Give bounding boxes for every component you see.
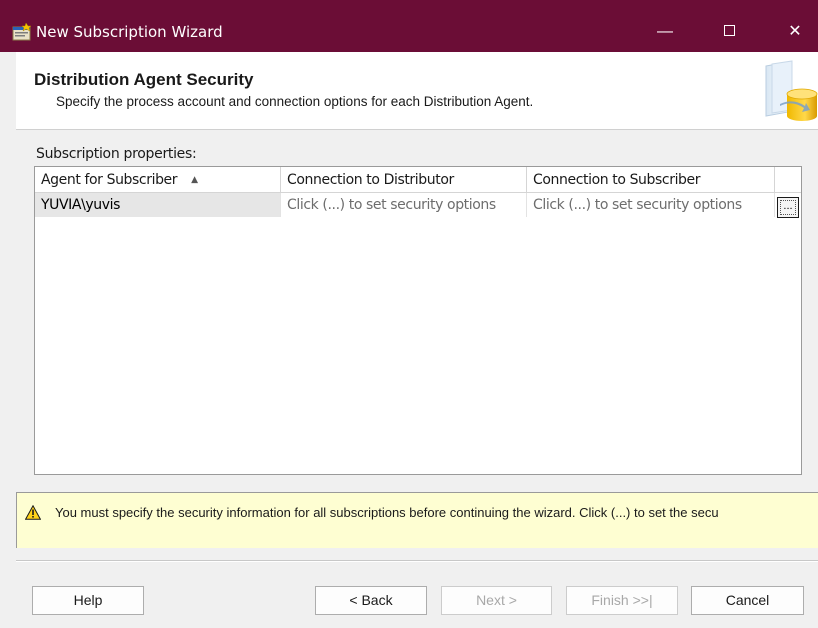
table-row[interactable]: YUVIA\yuvis Click (...) to set security … bbox=[35, 193, 801, 218]
close-button[interactable]: ✕ bbox=[780, 20, 810, 44]
maximize-icon bbox=[723, 24, 735, 36]
column-header-subscriber[interactable]: Connection to Subscriber bbox=[527, 167, 775, 193]
page-title: Distribution Agent Security bbox=[34, 70, 254, 89]
subscriber-connection-cell[interactable]: Click (...) to set security options bbox=[527, 193, 775, 217]
subscription-grid: Agent for Subscriber ▲ Connection to Dist… bbox=[34, 166, 802, 475]
page-subtitle: Specify the process account and connecti… bbox=[56, 94, 534, 109]
minimize-button[interactable]: — bbox=[650, 20, 680, 44]
window-title: New Subscription Wizard bbox=[36, 23, 223, 41]
column-header-distributor[interactable]: Connection to Distributor bbox=[281, 167, 527, 193]
back-button[interactable]: < Back bbox=[315, 586, 427, 615]
database-security-icon bbox=[758, 60, 818, 126]
help-button[interactable]: Help bbox=[32, 586, 144, 615]
warning-message: You must specify the security informatio… bbox=[55, 505, 719, 520]
column-header-agent-label: Agent for Subscriber bbox=[41, 172, 178, 188]
wizard-app-icon bbox=[12, 22, 32, 41]
title-bar: New Subscription Wizard — ✕ bbox=[0, 0, 818, 52]
warning-triangle-icon bbox=[24, 504, 42, 520]
sort-ascending-icon: ▲ bbox=[191, 175, 198, 185]
wizard-header: Distribution Agent Security Specify the … bbox=[16, 52, 818, 130]
distributor-connection-cell[interactable]: Click (...) to set security options bbox=[281, 193, 527, 217]
column-header-agent[interactable]: Agent for Subscriber ▲ bbox=[35, 167, 281, 193]
agent-cell[interactable]: YUVIA\yuvis bbox=[35, 193, 281, 217]
cancel-button[interactable]: Cancel bbox=[691, 586, 804, 615]
maximize-button[interactable] bbox=[714, 20, 744, 44]
focus-rect bbox=[780, 200, 796, 215]
security-options-button[interactable]: ... bbox=[777, 197, 799, 218]
subscription-properties-label: Subscription properties: bbox=[36, 146, 197, 162]
next-button[interactable]: Next > bbox=[441, 586, 552, 615]
warning-panel: You must specify the security informatio… bbox=[16, 492, 818, 548]
grid-header: Agent for Subscriber ▲ Connection to Dist… bbox=[35, 167, 801, 193]
footer-separator bbox=[16, 560, 818, 562]
finish-button[interactable]: Finish >>| bbox=[566, 586, 678, 615]
